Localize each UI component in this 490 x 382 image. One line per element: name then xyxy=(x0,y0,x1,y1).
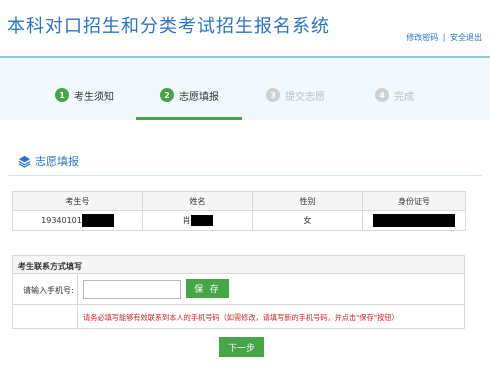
header-exam-no: 考生号 xyxy=(12,191,143,211)
step-label: 志愿填报 xyxy=(179,91,219,103)
step-label: 提交志愿 xyxy=(285,91,325,103)
change-password-link[interactable]: 修改密码 xyxy=(406,33,438,42)
section-divider xyxy=(8,175,482,176)
cell-gender: 女 xyxy=(252,210,363,231)
candidate-info-table: 考生号 姓名 性别 身份证号 19340101 肖 女 xyxy=(12,191,466,231)
step-notice: 1 考生须知 xyxy=(55,88,114,103)
phone-notice: 请务必填写能够有效联系到本人的手机号码（如需修改，请填写新的手机号码，并点击"保… xyxy=(83,313,399,322)
phone-input[interactable] xyxy=(83,280,181,299)
redaction-block xyxy=(81,214,114,227)
active-step-indicator xyxy=(136,117,242,120)
app-header: 本科对口招生和分类考试招生报名系统 修改密码 | 安全退出 xyxy=(0,0,490,56)
step-number: 1 xyxy=(55,88,69,102)
next-step-button[interactable]: 下一步 xyxy=(219,337,264,357)
header-id-no: 身份证号 xyxy=(362,191,466,211)
exam-no-value: 19340101 xyxy=(41,216,82,225)
table-header-row: 考生号 姓名 性别 身份证号 xyxy=(12,191,466,211)
section-title: 志愿填报 xyxy=(35,155,79,168)
step-number: 3 xyxy=(266,88,280,102)
step-number: 2 xyxy=(160,88,174,102)
step-label: 考生须知 xyxy=(74,91,114,103)
cell-name: 肖 xyxy=(142,210,253,231)
redaction-block xyxy=(190,215,213,226)
phone-label: 请输入手机号: xyxy=(23,286,74,295)
section-header: 志愿填报 xyxy=(18,153,79,169)
save-button[interactable]: 保 存 xyxy=(186,279,229,298)
step-label: 完成 xyxy=(394,91,414,103)
phone-row: 请输入手机号: 保 存 xyxy=(13,274,464,305)
app-title: 本科对口招生和分类考试招生报名系统 xyxy=(7,16,330,37)
link-separator: | xyxy=(442,33,446,42)
contact-form: 考生联系方式填写 请输入手机号: 保 存 请务必填写能够有效联系到本人的手机号码… xyxy=(12,255,465,329)
cell-exam-no: 19340101 xyxy=(12,210,143,231)
header-gender: 性别 xyxy=(252,191,363,211)
step-submit-volunteer: 3 提交志愿 xyxy=(266,88,325,103)
step-fill-volunteer: 2 志愿填报 xyxy=(160,88,219,103)
logout-link[interactable]: 安全退出 xyxy=(450,33,482,42)
redaction-block xyxy=(373,214,455,227)
step-progress-bar: 1 考生须知 2 志愿填报 3 提交志愿 4 完成 xyxy=(0,58,490,120)
step-complete: 4 完成 xyxy=(375,88,414,103)
layers-icon xyxy=(18,155,31,168)
top-links: 修改密码 | 安全退出 xyxy=(406,32,482,43)
table-row: 19340101 肖 女 xyxy=(12,210,466,231)
cell-id-no xyxy=(362,210,466,231)
contact-form-title: 考生联系方式填写 xyxy=(13,256,464,274)
header-name: 姓名 xyxy=(142,191,253,211)
name-value: 肖 xyxy=(182,216,191,225)
step-number: 4 xyxy=(375,88,389,102)
